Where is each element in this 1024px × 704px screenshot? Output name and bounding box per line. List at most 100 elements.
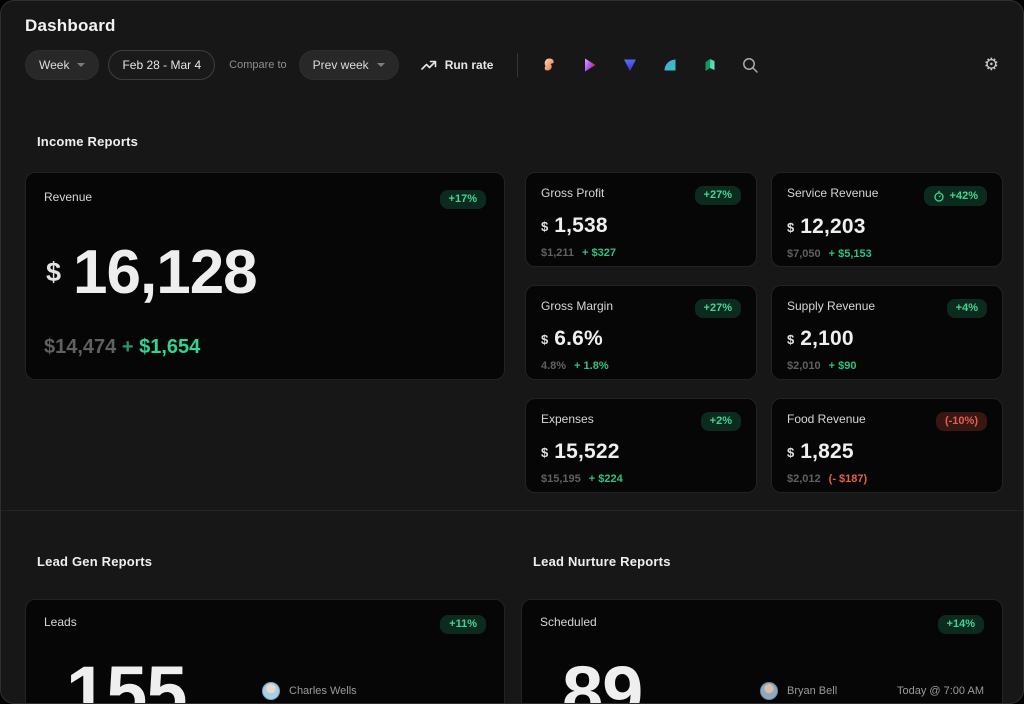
page-title: Dashboard: [25, 16, 999, 36]
person-name: Charles Wells: [289, 685, 357, 697]
compare-select-value: Prev week: [313, 58, 369, 72]
badge-value: +42%: [950, 191, 978, 202]
previous-value: $1,211: [541, 247, 574, 259]
scheduled-card[interactable]: Scheduled +14% 89 Bryan Bell Today @ 7:0…: [521, 599, 1003, 704]
currency-symbol: $: [787, 445, 794, 460]
revenue-amount: 16,128: [73, 242, 257, 304]
delta-value: + $5,153: [829, 248, 872, 260]
delta-value: (- $187): [829, 473, 868, 485]
integration-icons: [542, 57, 718, 73]
settings-gear-icon[interactable]: ⚙: [984, 57, 999, 74]
currency-symbol: $: [787, 332, 794, 347]
delta-value: + 1.8%: [574, 360, 609, 372]
previous-value: $7,050: [787, 248, 821, 260]
compare-select[interactable]: Prev week: [299, 50, 399, 80]
previous-value: $14,474: [44, 336, 116, 358]
previous-value: 4.8%: [541, 360, 566, 372]
card-amount: 6.6%: [554, 327, 603, 351]
currency-symbol: $: [541, 445, 548, 460]
delta-value: $1,654: [139, 336, 200, 358]
period-select[interactable]: Week: [25, 50, 99, 80]
date-range-button[interactable]: Feb 28 - Mar 4: [108, 50, 215, 80]
leads-count: 155: [66, 656, 186, 704]
previous-value: $2,012: [787, 473, 821, 485]
card-label: Expenses: [541, 412, 594, 426]
run-rate-label: Run rate: [445, 58, 494, 72]
card-amount: 1,538: [554, 214, 608, 238]
toolbar-divider: [517, 53, 518, 77]
gross-margin-card[interactable]: Gross Margin +27% $6.6% 4.8% + 1.8%: [525, 285, 757, 380]
list-item[interactable]: Charles Wells: [262, 682, 486, 700]
revenue-comparison: $14,474 + $1,654: [44, 336, 486, 359]
status-badge: +27%: [695, 299, 741, 318]
lead-nurture-section-title: Lead Nurture Reports: [533, 554, 1003, 569]
period-select-value: Week: [39, 58, 69, 72]
status-badge: +4%: [947, 299, 987, 318]
date-range-label: Feb 28 - Mar 4: [122, 58, 201, 72]
card-amount: 12,203: [800, 215, 865, 239]
delta-value: + $90: [829, 360, 857, 372]
revenue-value: $ 16,128: [46, 242, 486, 304]
card-label: Revenue: [44, 190, 92, 204]
income-cards-grid: Revenue +17% $ 16,128 $14,474 + $1,654 G…: [1, 172, 1023, 493]
card-label: Supply Revenue: [787, 299, 875, 313]
dashboard-window: Dashboard Week Feb 28 - Mar 4 Compare to…: [0, 0, 1024, 704]
avatar: [262, 682, 280, 700]
scheduled-time: Today @ 7:00 AM: [897, 685, 984, 697]
currency-symbol: $: [46, 257, 61, 288]
status-badge: +2%: [701, 412, 741, 431]
status-badge: +11%: [440, 615, 486, 634]
expenses-card[interactable]: Expenses +2% $15,522 $15,195 + $224: [525, 398, 757, 493]
card-label: Service Revenue: [787, 186, 878, 200]
card-amount: 15,522: [554, 440, 619, 464]
lead-gen-section-title: Lead Gen Reports: [37, 554, 505, 569]
quadrant-teal-icon[interactable]: [662, 57, 678, 73]
list-item[interactable]: Bryan Bell Today @ 7:00 AM: [760, 682, 984, 700]
run-rate-button[interactable]: Run rate: [421, 58, 494, 72]
person-name: Bryan Bell: [787, 685, 837, 697]
food-revenue-card[interactable]: Food Revenue (-10%) $1,825 $2,012 (- $187…: [771, 398, 1003, 493]
flag-green-icon[interactable]: [702, 57, 718, 73]
card-label: Food Revenue: [787, 412, 866, 426]
small-cards-grid: Gross Profit +27% $1,538 $1,211 + $327 Se…: [525, 172, 1003, 493]
currency-symbol: $: [541, 219, 548, 234]
delta-value: + $224: [589, 473, 623, 485]
compare-to-label: Compare to: [229, 59, 286, 71]
toolbar: Week Feb 28 - Mar 4 Compare to Prev week…: [1, 49, 1023, 81]
card-label: Gross Profit: [541, 186, 604, 200]
chevron-down-icon: [377, 63, 385, 67]
trending-up-icon: [421, 58, 437, 72]
currency-symbol: $: [541, 332, 548, 347]
bottom-sections: Lead Gen Reports Lead Nurture Reports Le…: [1, 510, 1023, 704]
avatar: [760, 682, 778, 700]
revenue-card[interactable]: Revenue +17% $ 16,128 $14,474 + $1,654: [25, 172, 505, 380]
previous-value: $15,195: [541, 473, 581, 485]
stopwatch-icon: [933, 190, 945, 202]
delta-value: + $327: [582, 247, 616, 259]
leads-card[interactable]: Leads +11% 155 Charles Wells: [25, 599, 505, 704]
service-revenue-card[interactable]: Service Revenue +42% $12,203 $7,050 + $5,…: [771, 172, 1003, 267]
supply-revenue-card[interactable]: Supply Revenue +4% $2,100 $2,010 + $90: [771, 285, 1003, 380]
card-label: Leads: [44, 615, 77, 629]
income-section-title: Income Reports: [37, 134, 1023, 149]
scheduled-count: 89: [562, 656, 642, 704]
chevron-down-icon: [77, 63, 85, 67]
funnel-blue-icon[interactable]: [622, 57, 638, 73]
status-badge: +27%: [695, 186, 741, 205]
card-amount: 2,100: [800, 327, 854, 351]
play-magenta-icon[interactable]: [582, 57, 598, 73]
search-icon[interactable]: [742, 57, 759, 74]
status-badge: +17%: [440, 190, 486, 209]
currency-symbol: $: [787, 220, 794, 235]
previous-value: $2,010: [787, 360, 821, 372]
card-amount: 1,825: [800, 440, 854, 464]
card-label: Gross Margin: [541, 299, 613, 313]
header: Dashboard: [1, 1, 1023, 36]
card-label: Scheduled: [540, 615, 597, 629]
status-badge: +42%: [924, 186, 987, 206]
status-badge: (-10%): [936, 412, 987, 431]
blob-orange-icon[interactable]: [542, 57, 558, 73]
plus-sign: +: [122, 336, 134, 358]
status-badge: +14%: [938, 615, 984, 634]
gross-profit-card[interactable]: Gross Profit +27% $1,538 $1,211 + $327: [525, 172, 757, 267]
